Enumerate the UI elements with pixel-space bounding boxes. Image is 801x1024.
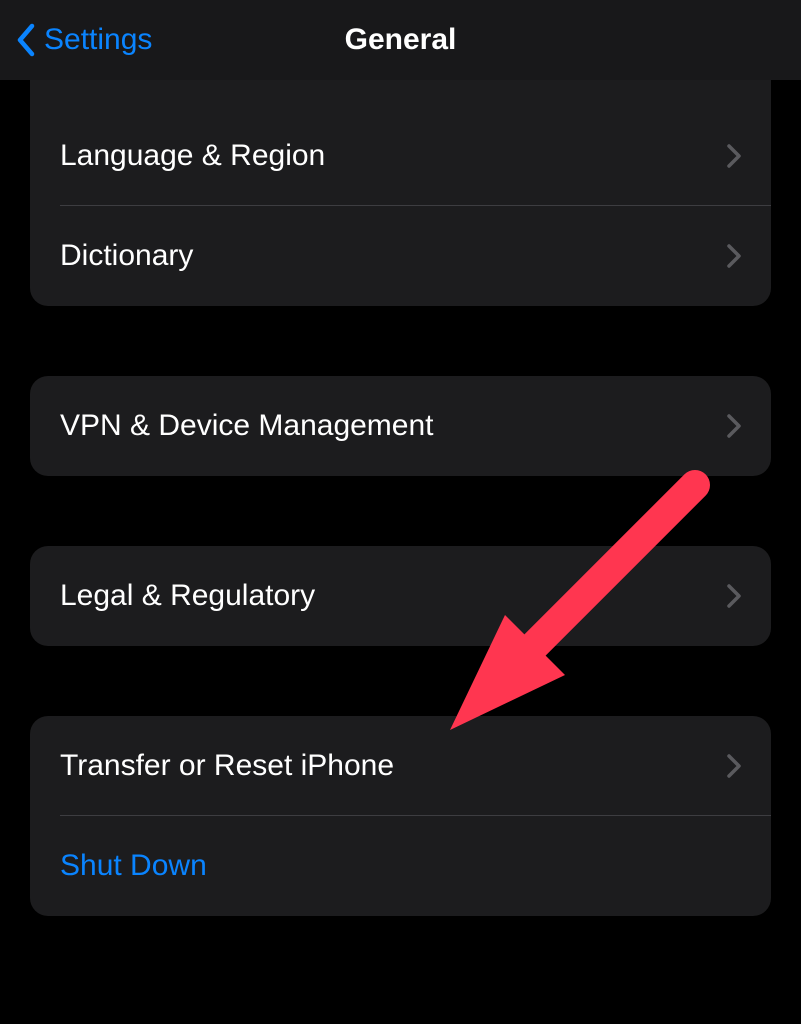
chevron-right-icon [727, 144, 741, 168]
row-label: Dictionary [60, 239, 193, 273]
row-label: Language & Region [60, 139, 325, 173]
settings-group-vpn: VPN & Device Management [30, 376, 771, 476]
navigation-bar: Settings General [0, 0, 801, 80]
row-label: Transfer or Reset iPhone [60, 749, 394, 783]
back-label: Settings [44, 23, 152, 57]
row-shut-down[interactable]: Shut Down [30, 816, 771, 916]
group-continuation-spacer [30, 80, 771, 106]
chevron-right-icon [727, 414, 741, 438]
row-dictionary[interactable]: Dictionary [30, 206, 771, 306]
row-transfer-reset[interactable]: Transfer or Reset iPhone [30, 716, 771, 816]
chevron-right-icon [727, 244, 741, 268]
row-legal-regulatory[interactable]: Legal & Regulatory [30, 546, 771, 646]
row-label: Legal & Regulatory [60, 579, 315, 613]
settings-group-reset-shutdown: Transfer or Reset iPhone Shut Down [30, 716, 771, 916]
back-button[interactable]: Settings [12, 23, 152, 57]
row-vpn-device-management[interactable]: VPN & Device Management [30, 376, 771, 476]
chevron-right-icon [727, 754, 741, 778]
page-title: General [345, 23, 457, 57]
row-label: VPN & Device Management [60, 409, 434, 443]
settings-group-lang-dict: Language & Region Dictionary [30, 80, 771, 306]
settings-content: Language & Region Dictionary VPN & Devic… [0, 80, 801, 916]
chevron-left-icon [16, 23, 36, 57]
chevron-right-icon [727, 584, 741, 608]
row-label: Shut Down [60, 849, 207, 883]
settings-group-legal: Legal & Regulatory [30, 546, 771, 646]
row-language-region[interactable]: Language & Region [30, 106, 771, 206]
